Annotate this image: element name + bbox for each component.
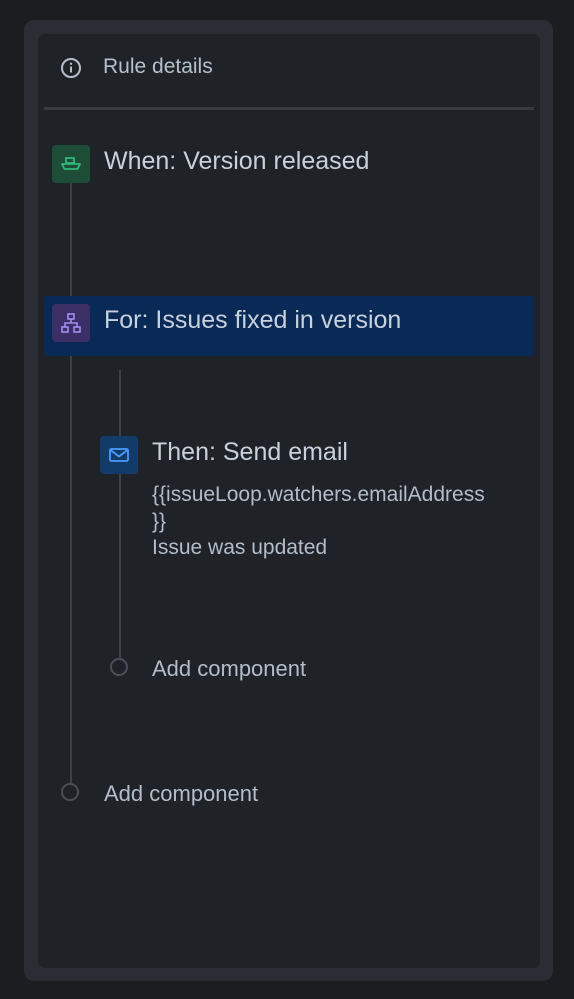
- add-component-nested-label[interactable]: Add component: [152, 656, 306, 682]
- nested-connector-line: [119, 370, 121, 660]
- root-connector-line-lower: [70, 356, 72, 786]
- header-title: Rule details: [103, 55, 213, 78]
- action-title: Then: Send email: [152, 438, 348, 466]
- header-divider: [44, 107, 534, 110]
- branch-title: For: Issues fixed in version: [104, 306, 402, 334]
- email-icon: [100, 436, 138, 474]
- root-connector-line: [70, 183, 72, 296]
- email-subject: Issue was updated: [152, 536, 328, 559]
- email-recipient-line2: }}: [152, 510, 167, 533]
- email-recipient-line1: {{issueLoop.watchers.emailAddress: [152, 483, 485, 506]
- branch-icon: [52, 304, 90, 342]
- info-icon: [60, 57, 82, 79]
- ship-icon: [52, 145, 90, 183]
- trigger-title: When: Version released: [104, 147, 370, 175]
- add-node-circle-icon: [61, 783, 79, 801]
- rule-details-header[interactable]: Rule details: [44, 40, 534, 106]
- add-node-circle-icon: [110, 658, 128, 676]
- add-component-root-label[interactable]: Add component: [104, 781, 258, 807]
